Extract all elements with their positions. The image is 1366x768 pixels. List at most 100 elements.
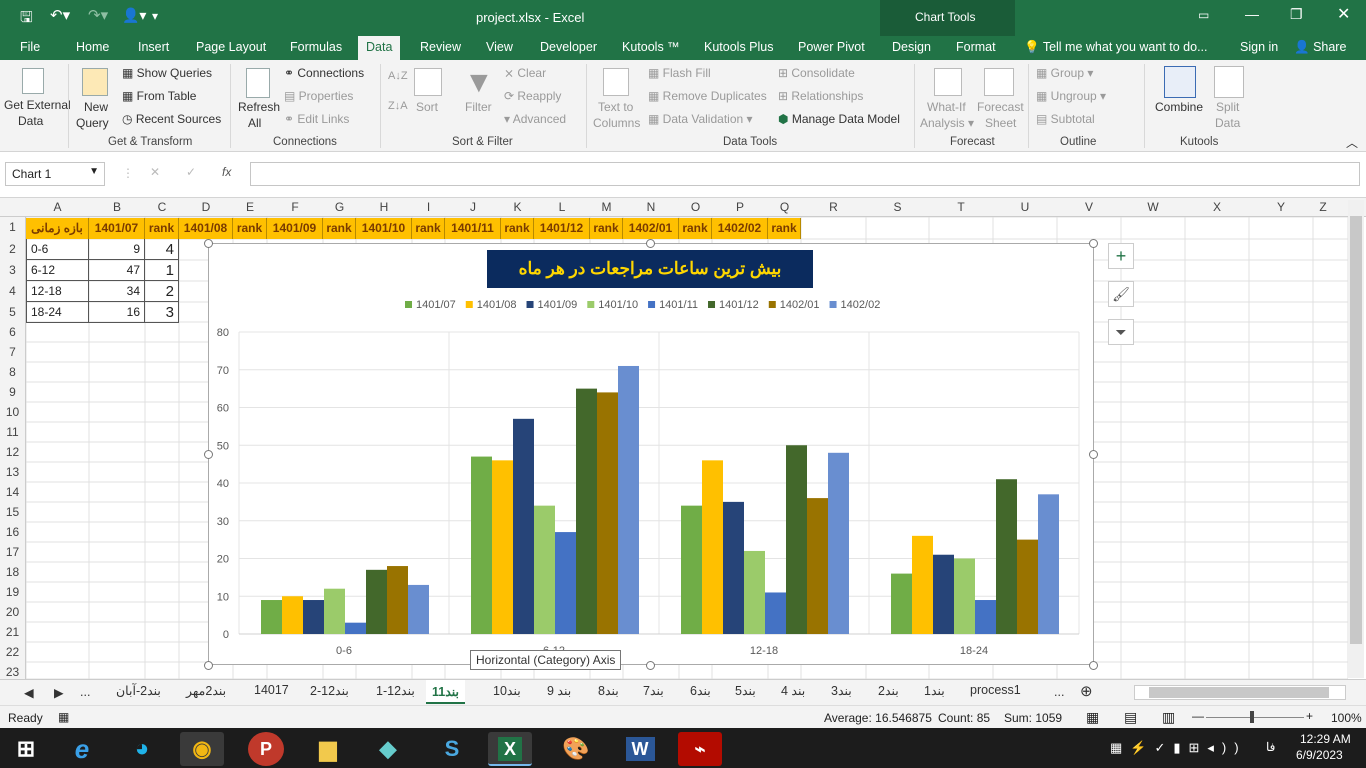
row-header-23[interactable]: 23 [0,665,25,679]
sheet-tab[interactable]: بند3 [825,683,858,698]
group-button[interactable]: ▦ Group ▾ [1036,66,1093,80]
tab-design[interactable]: Design [892,40,931,54]
row-header-16[interactable]: 16 [0,525,25,539]
row-header-21[interactable]: 21 [0,625,25,639]
paint-icon[interactable]: 🎨 [554,732,598,766]
row-header-1[interactable]: 1 [0,220,25,234]
clear-button[interactable]: ⨯ Clear [504,66,546,80]
name-box[interactable]: Chart 1 ▼ [5,162,105,186]
column-header-u[interactable]: U [993,200,1057,214]
vertical-scrollbar[interactable] [1348,200,1364,678]
tab-home[interactable]: Home [76,40,109,54]
chevron-down-icon[interactable]: ▼ [89,166,99,177]
connections-button[interactable]: ⚭ Connections [284,66,364,80]
horizontal-scrollbar[interactable] [1134,685,1346,700]
tab-data[interactable]: Data [358,36,401,60]
minimize-icon[interactable]: — [1245,6,1259,22]
resize-handle[interactable] [204,661,213,670]
notes-app-icon[interactable]: ◆ [366,732,410,766]
row-header-8[interactable]: 8 [0,365,25,379]
column-header-d[interactable]: D [179,200,233,214]
row-header-10[interactable]: 10 [0,405,25,419]
customize-qat-icon[interactable]: ▾ [152,9,158,23]
table-cell[interactable]: 2 [145,281,179,302]
bar[interactable] [975,600,996,634]
table-cell[interactable]: 4 [145,239,179,260]
acrobat-icon[interactable]: ⌁ [678,732,722,766]
bar[interactable] [702,460,723,634]
scroll-left-icon[interactable]: ◀ [24,685,34,700]
bar[interactable] [345,622,366,634]
chart-elements-button[interactable]: + [1108,243,1134,269]
clock-time[interactable]: 12:29 AM [1300,732,1351,746]
row-header-3[interactable]: 3 [0,263,25,277]
row-header-7[interactable]: 7 [0,345,25,359]
header-cell[interactable]: rank [412,218,445,239]
forecast-sheet-label2[interactable]: Sheet [985,116,1016,130]
bar[interactable] [681,505,702,634]
resize-handle[interactable] [1089,661,1098,670]
get-external-data-label2[interactable]: Data [18,114,43,128]
ribbon-display-icon[interactable]: ▭ [1198,8,1209,22]
column-header-p[interactable]: P [712,200,768,214]
resize-handle[interactable] [1089,239,1098,248]
header-cell[interactable]: 1401/08 [179,218,233,239]
header-cell[interactable]: rank [590,218,623,239]
internet-explorer-icon[interactable]: e [60,732,104,766]
forecast-sheet-button[interactable]: Forecast [977,100,1024,114]
zoom-slider[interactable] [1206,717,1304,718]
tab-insert[interactable]: Insert [138,40,169,54]
from-table-button[interactable]: ▦ From Table [122,89,196,103]
word-icon[interactable]: W [618,732,662,766]
tab-view[interactable]: View [486,40,513,54]
sheet-tab[interactable]: process1 [964,683,1027,697]
column-header-k[interactable]: K [501,200,534,214]
column-header-q[interactable]: Q [768,200,801,214]
header-cell[interactable]: 1401/09 [267,218,323,239]
bar[interactable] [597,392,618,634]
bar[interactable] [513,418,534,634]
split-data-label2[interactable]: Data [1215,116,1240,130]
sheet-tab[interactable]: بند8 [592,683,625,698]
column-header-c[interactable]: C [145,200,179,214]
bar[interactable] [996,479,1017,634]
header-cell[interactable]: rank [145,218,179,239]
bar[interactable] [786,445,807,634]
bar[interactable] [954,558,975,635]
skype-icon[interactable]: S [430,732,474,766]
bar[interactable] [723,501,744,634]
advanced-button[interactable]: ▾ Advanced [504,112,566,126]
row-header-19[interactable]: 19 [0,585,25,599]
column-header-w[interactable]: W [1121,200,1185,214]
excel-icon[interactable]: X [488,732,532,766]
row-header-14[interactable]: 14 [0,485,25,499]
enter-icon[interactable]: ✓ [186,165,196,179]
column-header-n[interactable]: N [623,200,679,214]
header-cell[interactable]: rank [323,218,356,239]
text-to-columns-button[interactable]: Text to [598,100,633,114]
column-header-j[interactable]: J [445,200,501,214]
bar[interactable] [807,498,828,634]
bar[interactable] [261,600,282,634]
row-header-22[interactable]: 22 [0,645,25,659]
column-header-l[interactable]: L [534,200,590,214]
legend-entry[interactable]: 1401/09 [538,299,578,311]
resize-handle[interactable] [204,450,213,459]
header-cell[interactable]: 1401/11 [445,218,501,239]
header-cell[interactable]: بازه زمانی [26,218,89,239]
chart-styles-button[interactable]: 🖌 [1108,281,1134,307]
system-tray-icons[interactable]: ▦⚡✓▮⊞◂)) [1110,740,1247,756]
row-header-12[interactable]: 12 [0,445,25,459]
combine-button[interactable]: Combine [1155,100,1203,114]
chart-plot[interactable]: 010203040506070800-66-1212-1818-241401/0… [209,244,1093,664]
legend-entry[interactable]: 1402/02 [841,299,881,311]
bar[interactable] [534,505,555,634]
table-cell[interactable]: 47 [89,260,145,281]
column-header-b[interactable]: B [89,200,145,214]
collapse-ribbon-icon[interactable]: ︿ [1346,134,1358,151]
undo-icon[interactable]: ↶▾ [50,6,70,24]
user-icon[interactable]: 👤▾ [122,7,146,24]
resize-handle[interactable] [646,661,655,670]
normal-view-icon[interactable]: ▦ [1086,709,1099,726]
chart-filters-button[interactable]: ⏷ [1108,319,1134,345]
